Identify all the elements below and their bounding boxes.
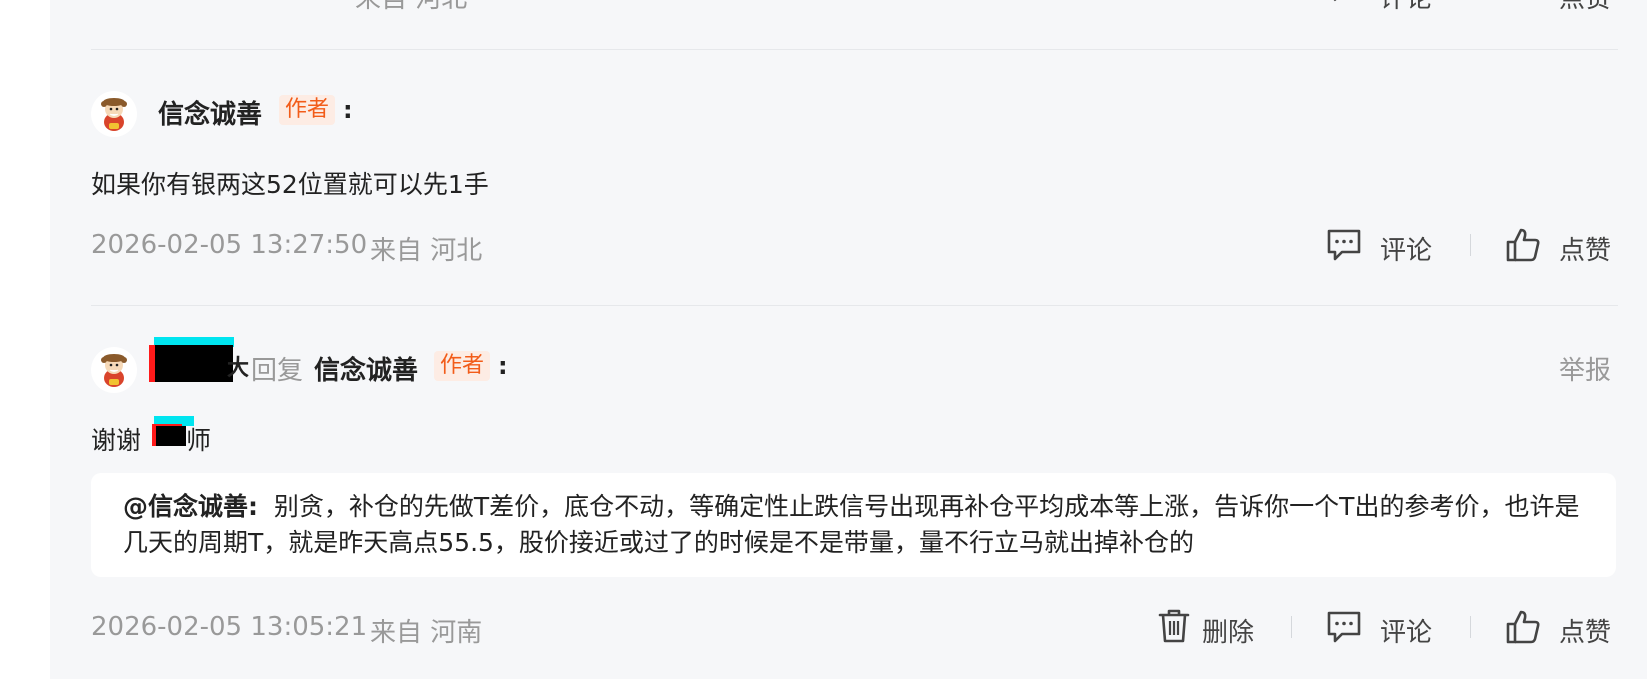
action-separator [1470, 616, 1471, 638]
mascot-avatar-icon [92, 348, 136, 392]
author-badge: 作者 [279, 95, 336, 125]
comment-content-prefix: 谢谢 [91, 426, 142, 455]
comment-timestamp: 2026-02-05 13:05:21 [91, 612, 368, 642]
chat-bubble-icon[interactable] [1326, 610, 1362, 644]
divider [91, 49, 1618, 50]
like-button[interactable]: 点赞 [1559, 612, 1611, 649]
reply-target-author[interactable]: 信念诚善 [314, 350, 418, 387]
thumbs-up-icon[interactable] [1505, 227, 1541, 263]
report-button[interactable]: 举报 [1559, 350, 1611, 387]
redacted-username[interactable] [155, 345, 233, 382]
prev-comment-button-label[interactable]: 评论 [1380, 0, 1432, 15]
thumbs-up-icon[interactable] [1505, 0, 1541, 6]
author-colon: : [498, 352, 508, 380]
reply-label: 回复 [251, 356, 304, 386]
thumbs-up-icon[interactable] [1505, 609, 1541, 645]
comment-button[interactable]: 评论 [1380, 612, 1432, 649]
chat-bubble-icon[interactable] [1326, 0, 1362, 6]
action-separator [1470, 234, 1471, 256]
prev-comment-location: 来自 河北 [355, 0, 467, 15]
like-button[interactable]: 点赞 [1559, 230, 1611, 267]
mascot-avatar-icon [92, 92, 136, 136]
quoted-comment-text: @信念诚善: 别贪，补仓的先做T差价，底仓不动，等确定性止跌信号出现再补仓平均成… [123, 489, 1603, 561]
comment-content-suffix: 师 [186, 426, 212, 455]
divider [91, 305, 1618, 306]
prev-like-button-label[interactable]: 点赞 [1559, 0, 1611, 15]
comment-location: 来自 河北 [370, 236, 483, 266]
delete-button[interactable]: 删除 [1202, 612, 1254, 649]
avatar[interactable] [91, 91, 137, 137]
trash-icon[interactable] [1157, 608, 1191, 644]
comment-button[interactable]: 评论 [1380, 230, 1432, 267]
quoted-author: @信念诚善: [123, 492, 258, 521]
author-colon: : [343, 96, 353, 124]
quoted-comment[interactable]: @信念诚善: 别贪，补仓的先做T差价，底仓不动，等确定性止跌信号出现再补仓平均成… [91, 473, 1616, 577]
comment-location: 来自 河南 [370, 618, 483, 648]
author-badge: 作者 [434, 351, 491, 381]
comment-author[interactable]: 信念诚善 [158, 94, 262, 131]
comment-timestamp: 2026-02-05 13:27:50 [91, 230, 368, 260]
comment-content: 如果你有银两这52位置就可以先1手 [91, 170, 489, 199]
chat-bubble-icon[interactable] [1326, 228, 1362, 262]
comment-author-suffix[interactable]: 大 [227, 350, 249, 382]
avatar[interactable] [91, 347, 137, 393]
quoted-content: 别贪，补仓的先做T差价，底仓不动，等确定性止跌信号出现再补仓平均成本等上涨，告诉… [123, 492, 1580, 557]
redacted-word [156, 426, 186, 446]
action-separator [1291, 616, 1292, 638]
